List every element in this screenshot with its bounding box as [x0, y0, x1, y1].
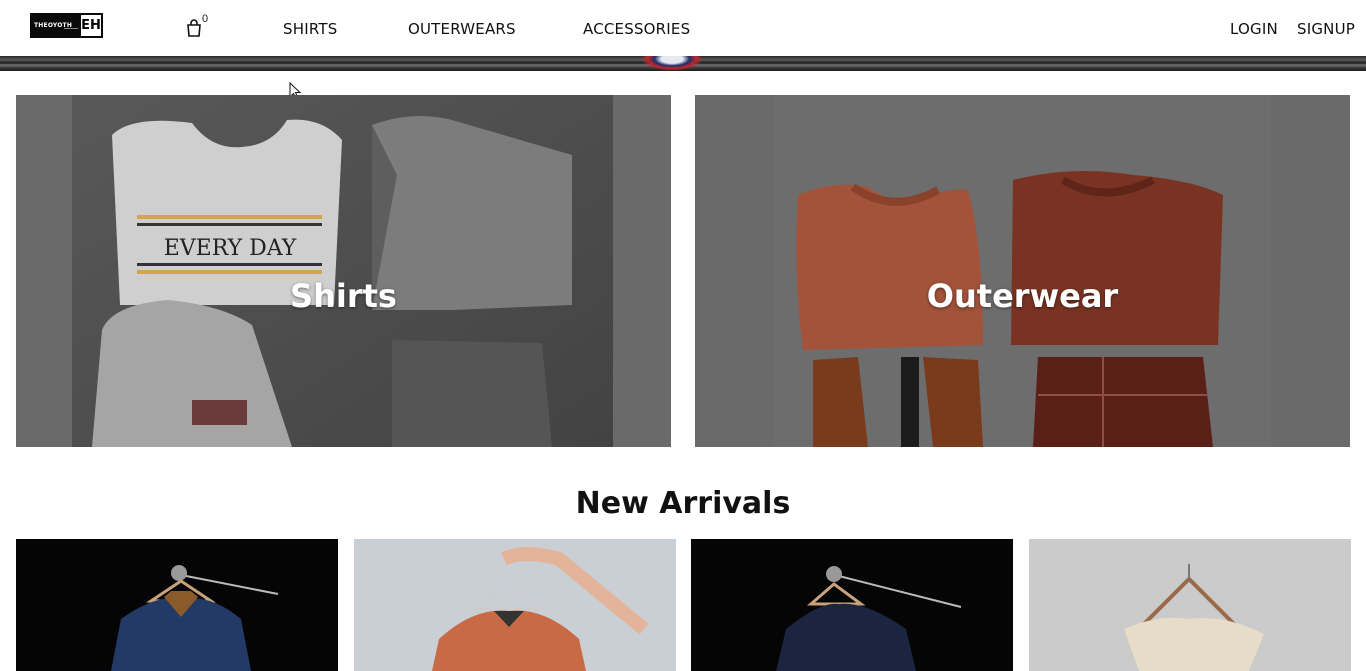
product-card[interactable]: [691, 539, 1013, 671]
product-image: [111, 565, 279, 671]
cart-count-badge: 0: [202, 13, 209, 25]
product-image: [776, 566, 962, 671]
product-image: [1124, 564, 1264, 671]
category-title-outerwear: Outerwear: [926, 277, 1119, 315]
shirts-category-image: EVERY DAY: [72, 95, 613, 447]
category-card-outerwear[interactable]: Outerwear: [695, 95, 1350, 447]
outerwear-category-image: [773, 95, 1271, 447]
login-link[interactable]: LOGIN: [1230, 20, 1278, 38]
category-card-shirts[interactable]: EVERY DAY Shirts: [16, 95, 671, 447]
logo-mark: EH: [81, 15, 101, 36]
svg-text:EVERY DAY: EVERY DAY: [164, 236, 297, 261]
product-card[interactable]: [16, 539, 338, 671]
site-header: THEOYOTH EH 0 SHIRTS OUTERWEARS ACCESSOR…: [0, 0, 1366, 56]
hero-banner-image: [641, 56, 703, 71]
brand-logo[interactable]: THEOYOTH EH: [30, 13, 103, 38]
nav-shirts[interactable]: SHIRTS: [283, 20, 337, 38]
signup-link[interactable]: SIGNUP: [1297, 20, 1355, 38]
product-card[interactable]: [354, 539, 676, 671]
category-title-shirts: Shirts: [290, 277, 397, 315]
new-arrivals-title: New Arrivals: [575, 486, 791, 521]
nav-accessories[interactable]: ACCESSORIES: [583, 20, 690, 38]
shopping-bag-icon[interactable]: [186, 19, 202, 37]
product-card[interactable]: [1029, 539, 1351, 671]
nav-outerwears[interactable]: OUTERWEARS: [408, 20, 516, 38]
product-image: [432, 547, 649, 671]
